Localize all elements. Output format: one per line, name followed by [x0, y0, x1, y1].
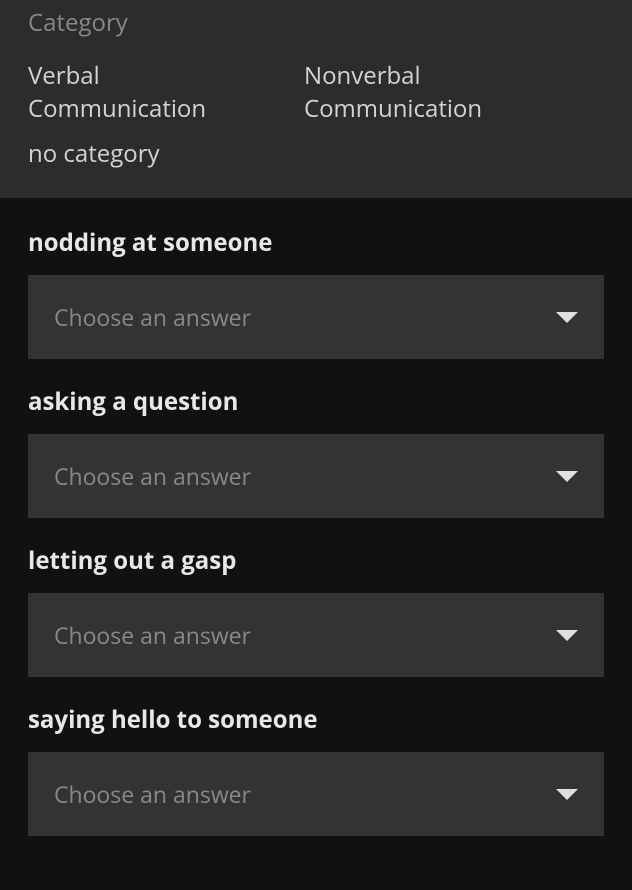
answer-dropdown[interactable]: Choose an answer [28, 752, 604, 836]
dropdown-placeholder: Choose an answer [54, 460, 251, 492]
dropdown-placeholder: Choose an answer [54, 301, 251, 333]
category-option-verbal[interactable]: Verbal Communication [28, 59, 258, 125]
question-label: nodding at someone [28, 226, 604, 259]
category-section: Category Verbal Communication Nonverbal … [0, 0, 632, 198]
answer-dropdown[interactable]: Choose an answer [28, 275, 604, 359]
category-heading: Category [28, 0, 604, 59]
category-option-none[interactable]: no category [28, 137, 160, 170]
chevron-down-icon [556, 630, 578, 641]
answer-dropdown[interactable]: Choose an answer [28, 434, 604, 518]
question-label: letting out a gasp [28, 544, 604, 577]
question-item: nodding at someone Choose an answer [28, 226, 604, 359]
dropdown-placeholder: Choose an answer [54, 619, 251, 651]
question-item: letting out a gasp Choose an answer [28, 544, 604, 677]
chevron-down-icon [556, 312, 578, 323]
question-label: saying hello to someone [28, 703, 604, 736]
question-label: asking a question [28, 385, 604, 418]
chevron-down-icon [556, 471, 578, 482]
questions-section: nodding at someone Choose an answer aski… [0, 198, 632, 890]
answer-dropdown[interactable]: Choose an answer [28, 593, 604, 677]
category-option-nonverbal[interactable]: Nonverbal Communication [304, 59, 534, 125]
dropdown-placeholder: Choose an answer [54, 778, 251, 810]
question-item: saying hello to someone Choose an answer [28, 703, 604, 836]
question-item: asking a question Choose an answer [28, 385, 604, 518]
chevron-down-icon [556, 789, 578, 800]
category-options: Verbal Communication Nonverbal Communica… [28, 59, 604, 170]
